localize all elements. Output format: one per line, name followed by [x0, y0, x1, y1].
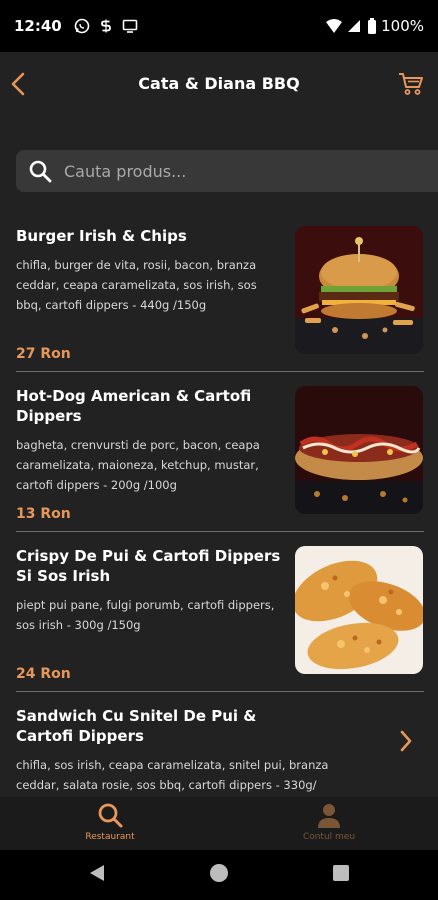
recents-square-icon[interactable] — [332, 863, 350, 883]
list-item[interactable]: Sandwich Cu Snitel De Pui & Cartofi Dipp… — [16, 692, 424, 797]
wifi-icon — [326, 19, 343, 33]
status-right: 100% — [325, 17, 424, 35]
person-icon — [318, 804, 340, 828]
home-circle-icon[interactable] — [209, 863, 229, 883]
system-nav-bar — [0, 850, 438, 900]
product-price: 24 Ron — [16, 666, 71, 682]
search-icon — [29, 160, 52, 183]
status-time: 12:40 — [14, 17, 62, 35]
list-item[interactable]: Burger Irish & Chips chifla, burger de v… — [16, 212, 424, 372]
product-description: bagheta, crenvursti de porc, bacon, ceap… — [16, 438, 260, 492]
nav-label-account: Contul meu — [302, 832, 356, 842]
status-bar: 12:40 100% — [0, 0, 438, 52]
product-description: piept pui pane, fulgi porumb, cartofi di… — [16, 598, 275, 632]
screen-icon — [122, 19, 138, 33]
search-bar[interactable] — [16, 150, 438, 192]
bottom-nav: Restaurant Contul meu — [0, 797, 438, 850]
product-photo-crispy-chicken[interactable] — [295, 546, 423, 674]
back-triangle-icon[interactable] — [88, 863, 106, 883]
nav-item-account[interactable]: Contul meu — [269, 801, 389, 847]
product-name: Burger Irish & Chips — [16, 227, 187, 245]
app-header: Cata & Diana BBQ — [0, 52, 438, 116]
battery-percent: 100% — [381, 17, 424, 35]
product-photo-burger[interactable] — [295, 226, 423, 354]
search-icon — [98, 803, 123, 828]
product-description: chifla, burger de vita, rosii, bacon, br… — [16, 258, 257, 312]
nav-label-restaurant: Restaurant — [85, 832, 135, 842]
battery-icon — [368, 18, 377, 34]
search-input[interactable] — [64, 150, 424, 192]
product-name: Hot-Dog American & Cartofi Dippers — [16, 387, 252, 425]
product-photo-hotdog[interactable] — [295, 386, 423, 514]
product-price: 27 Ron — [16, 346, 71, 362]
cart-icon[interactable] — [398, 72, 424, 96]
chevron-right-icon[interactable] — [398, 728, 414, 754]
page-title: Cata & Diana BBQ — [138, 74, 300, 93]
product-list[interactable]: Burger Irish & Chips chifla, burger de v… — [0, 212, 438, 797]
signal-icon — [348, 20, 361, 32]
product-price: 13 Ron — [16, 506, 71, 522]
nav-item-restaurant[interactable]: Restaurant — [50, 801, 170, 847]
product-description: chifla, sos irish, ceapa caramelizata, s… — [16, 758, 329, 792]
product-name: Crispy De Pui & Cartofi Dippers Si Sos I… — [16, 547, 281, 585]
s-app-icon — [100, 19, 111, 33]
whatsapp-icon — [74, 18, 90, 34]
product-name: Sandwich Cu Snitel De Pui & Cartofi Dipp… — [16, 707, 257, 745]
list-item[interactable]: Hot-Dog American & Cartofi Dippers baghe… — [16, 372, 424, 532]
list-item[interactable]: Crispy De Pui & Cartofi Dippers Si Sos I… — [16, 532, 424, 692]
